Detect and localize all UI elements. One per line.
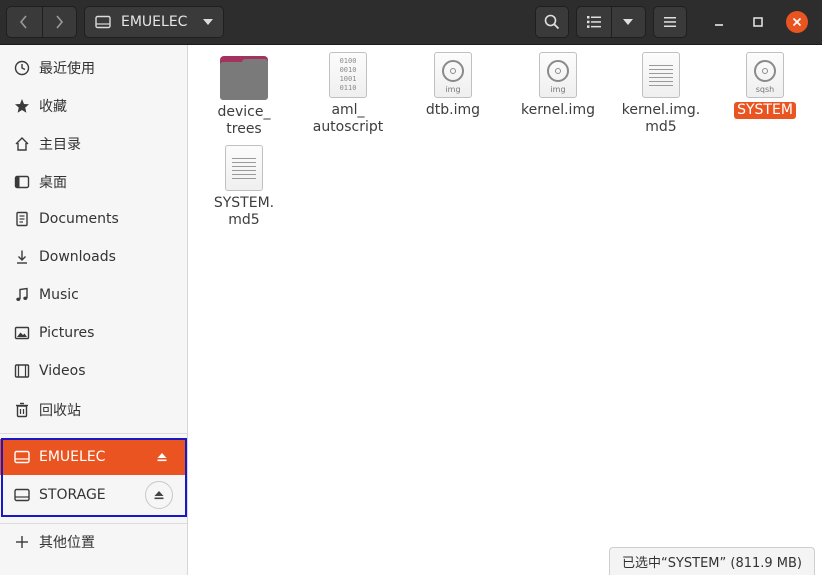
eject-button[interactable]	[145, 481, 173, 509]
drive-icon	[95, 15, 111, 29]
file-item-system[interactable]: sqsh SYSTEM	[713, 45, 817, 119]
disc-image-icon: sqsh	[746, 52, 784, 98]
sidebar-item-label: Music	[39, 287, 79, 303]
text-file-icon	[225, 145, 263, 191]
sidebar-device-label: STORAGE	[39, 487, 106, 503]
file-name: aml_ autoscript	[312, 102, 384, 135]
sidebar-item-trash[interactable]: 回收站	[0, 392, 187, 428]
sidebar-item-desktop[interactable]: 桌面	[0, 164, 187, 200]
video-icon	[13, 362, 31, 380]
hamburger-menu-icon	[664, 17, 676, 27]
eject-icon	[154, 491, 164, 500]
text-file-icon	[642, 52, 680, 98]
sidebar-separator	[0, 433, 187, 434]
sidebar-item-label: Downloads	[39, 249, 116, 265]
sidebar-item-home[interactable]: 主目录	[0, 126, 187, 162]
list-view-button[interactable]	[577, 7, 611, 37]
search-icon	[544, 14, 560, 30]
maximize-button[interactable]	[747, 11, 769, 33]
view-options-button[interactable]	[610, 7, 646, 37]
header-bar: EMUELEC	[0, 0, 822, 45]
disc-image-icon: img	[434, 52, 472, 98]
history-nav	[6, 6, 77, 38]
sidebar-item-label: 其他位置	[39, 535, 95, 551]
sidebar-item-label: 回收站	[39, 403, 81, 419]
file-name: device_ trees	[217, 104, 271, 137]
music-icon	[13, 286, 31, 304]
sidebar-item-pictures[interactable]: Pictures	[0, 315, 187, 351]
clock-icon	[13, 59, 31, 77]
file-view: device_ trees 0100 0010 1001 0110 aml_ a…	[189, 45, 822, 575]
sidebar-device-storage[interactable]: STORAGE	[0, 477, 187, 513]
minimize-button[interactable]	[708, 11, 730, 33]
file-item-kernel-img-md5[interactable]: kernel.img. md5	[609, 45, 713, 136]
file-name: SYSTEM. md5	[213, 195, 275, 228]
path-bar-button[interactable]: EMUELEC	[84, 6, 224, 38]
drive-icon	[13, 448, 31, 466]
minimize-icon	[715, 24, 723, 26]
file-item-system-md5[interactable]: SYSTEM. md5	[192, 138, 296, 229]
chevron-down-icon	[203, 19, 213, 25]
trash-icon	[13, 401, 31, 419]
selection-status: 已选中“SYSTEM” (811.9 MB)	[608, 547, 815, 575]
sidebar-item-starred[interactable]: 收藏	[0, 88, 187, 124]
sidebar-item-downloads[interactable]: Downloads	[0, 239, 187, 275]
close-button[interactable]	[786, 11, 808, 33]
eject-button[interactable]	[151, 446, 173, 468]
sidebar-item-videos[interactable]: Videos	[0, 353, 187, 389]
file-name: kernel.img	[521, 102, 595, 118]
forward-button[interactable]	[41, 7, 77, 37]
sidebar-device-label: EMUELEC	[39, 449, 106, 465]
disc-image-icon: img	[539, 52, 577, 98]
file-item-kernel-img[interactable]: img kernel.img	[506, 45, 610, 119]
sidebar-item-label: Pictures	[39, 325, 95, 341]
folder-icon	[220, 56, 268, 100]
sidebar-device-emuelec[interactable]: EMUELEC	[0, 439, 187, 475]
sidebar-item-other-locations[interactable]: 其他位置	[0, 524, 187, 560]
maximize-icon	[753, 17, 763, 27]
file-item-dtb-img[interactable]: img dtb.img	[401, 45, 505, 119]
file-name: kernel.img. md5	[621, 102, 701, 135]
menu-button[interactable]	[653, 6, 687, 38]
sidebar-item-label: 收藏	[39, 99, 67, 115]
sidebar-item-label: 桌面	[39, 175, 67, 191]
file-name-selected: SYSTEM	[734, 102, 796, 119]
sidebar-item-label: Videos	[39, 363, 86, 379]
home-icon	[13, 135, 31, 153]
view-toggle	[576, 6, 646, 38]
back-button[interactable]	[7, 7, 42, 37]
close-icon	[792, 17, 802, 27]
binary-file-icon: 0100 0010 1001 0110	[329, 52, 367, 98]
file-item-device-trees[interactable]: device_ trees	[192, 48, 296, 138]
chevron-down-icon	[623, 19, 634, 25]
drive-icon	[13, 486, 31, 504]
sidebar-item-label: 最近使用	[39, 61, 95, 77]
sidebar-item-documents[interactable]: Documents	[0, 201, 187, 237]
file-name: dtb.img	[425, 102, 481, 118]
sidebar-item-label: 主目录	[39, 137, 81, 153]
chevron-left-icon	[20, 15, 27, 29]
desktop-icon	[13, 173, 31, 191]
sidebar-item-recent[interactable]: 最近使用	[0, 50, 187, 86]
chevron-right-icon	[56, 15, 64, 29]
file-item-aml-autoscript[interactable]: 0100 0010 1001 0110 aml_ autoscript	[296, 45, 400, 136]
star-icon	[13, 97, 31, 115]
sidebar-item-music[interactable]: Music	[0, 277, 187, 313]
path-label: EMUELEC	[121, 14, 188, 30]
download-icon	[13, 248, 31, 266]
sidebar: 最近使用 收藏 主目录 桌面 Documents Downloads Music…	[0, 45, 188, 575]
plus-icon	[13, 533, 31, 551]
search-button[interactable]	[535, 6, 569, 38]
eject-icon	[157, 453, 167, 462]
sidebar-item-label: Documents	[39, 211, 119, 227]
list-view-icon	[586, 16, 601, 28]
picture-icon	[13, 324, 31, 342]
document-icon	[13, 210, 31, 228]
